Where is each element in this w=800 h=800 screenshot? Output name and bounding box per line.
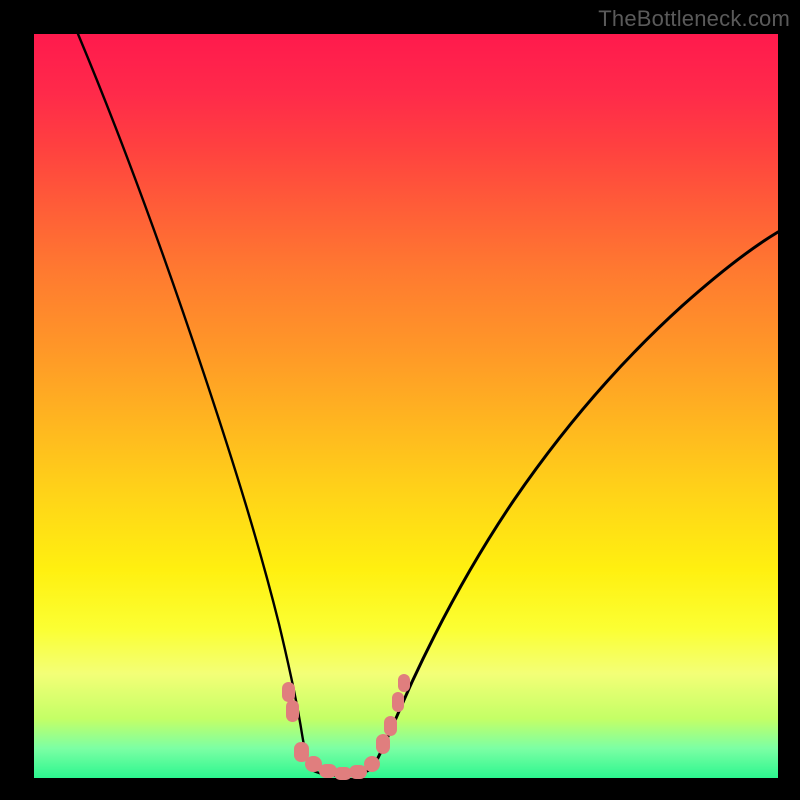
marker-dot — [286, 700, 299, 722]
marker-dot — [384, 716, 397, 736]
marker-dot — [398, 674, 410, 692]
chart-svg — [34, 34, 778, 778]
marker-dot — [349, 765, 367, 779]
plot-area — [34, 34, 778, 778]
marker-dot — [392, 692, 404, 712]
marker-dot — [319, 764, 337, 778]
marker-dot — [294, 742, 309, 762]
marker-dot — [376, 734, 390, 754]
marker-dot — [364, 756, 380, 772]
marker-dot — [282, 682, 295, 702]
curve-left-branch — [78, 34, 310, 769]
curve-right-branch — [372, 232, 778, 769]
watermark-text: TheBottleneck.com — [598, 6, 790, 32]
outer-frame: TheBottleneck.com — [0, 0, 800, 800]
